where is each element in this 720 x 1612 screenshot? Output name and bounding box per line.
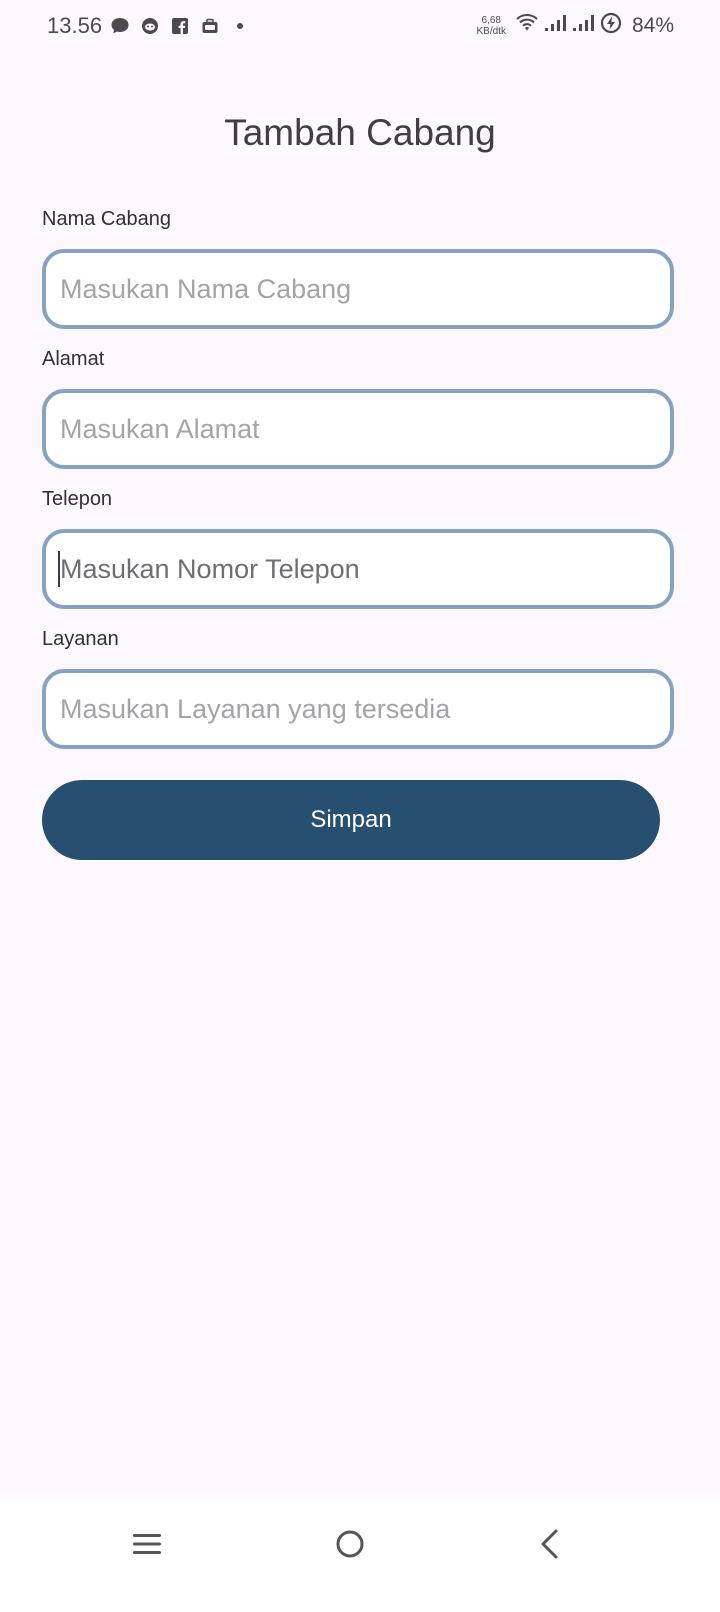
briefcase-icon — [200, 16, 220, 36]
network-speed: 6,68 KB/dtk — [477, 15, 506, 37]
battery-percentage: 84% — [631, 13, 674, 37]
notification-icons — [110, 16, 250, 36]
network-speed-unit: KB/dtk — [476, 25, 506, 37]
facebook-icon — [170, 16, 190, 36]
network-speed-value: 6,68 — [481, 14, 501, 26]
branch-name-input[interactable] — [42, 249, 674, 329]
phone-input[interactable] — [42, 529, 674, 609]
status-bar: 13.56 6,68 KB/dtk 84% — [0, 0, 720, 55]
navigation-bar — [0, 1500, 720, 1612]
save-button[interactable]: Simpan — [42, 780, 660, 860]
signal-icon — [572, 14, 594, 37]
dot-icon — [230, 16, 250, 36]
services-label: Layanan — [42, 628, 119, 650]
services-input[interactable] — [42, 669, 674, 749]
signal-icon — [544, 14, 566, 37]
address-input[interactable] — [42, 389, 674, 469]
chat-bubble-icon — [110, 16, 130, 36]
menu-icon — [131, 1531, 163, 1562]
text-cursor — [58, 551, 60, 587]
wifi-icon — [516, 14, 538, 37]
page-title: Tambah Cabang — [224, 112, 496, 153]
phone-label: Telepon — [42, 488, 113, 510]
home-button[interactable] — [320, 1516, 380, 1576]
back-icon — [538, 1528, 562, 1565]
reddit-icon — [140, 16, 160, 36]
status-time: 13.56 — [47, 13, 103, 38]
address-label: Alamat — [42, 348, 105, 370]
branch-name-label: Nama Cabang — [42, 208, 171, 230]
charging-icon — [600, 12, 622, 39]
system-status: 6,68 KB/dtk 84% — [477, 12, 674, 39]
back-button[interactable] — [520, 1516, 580, 1576]
home-icon — [334, 1528, 366, 1565]
menu-button[interactable] — [117, 1516, 177, 1576]
